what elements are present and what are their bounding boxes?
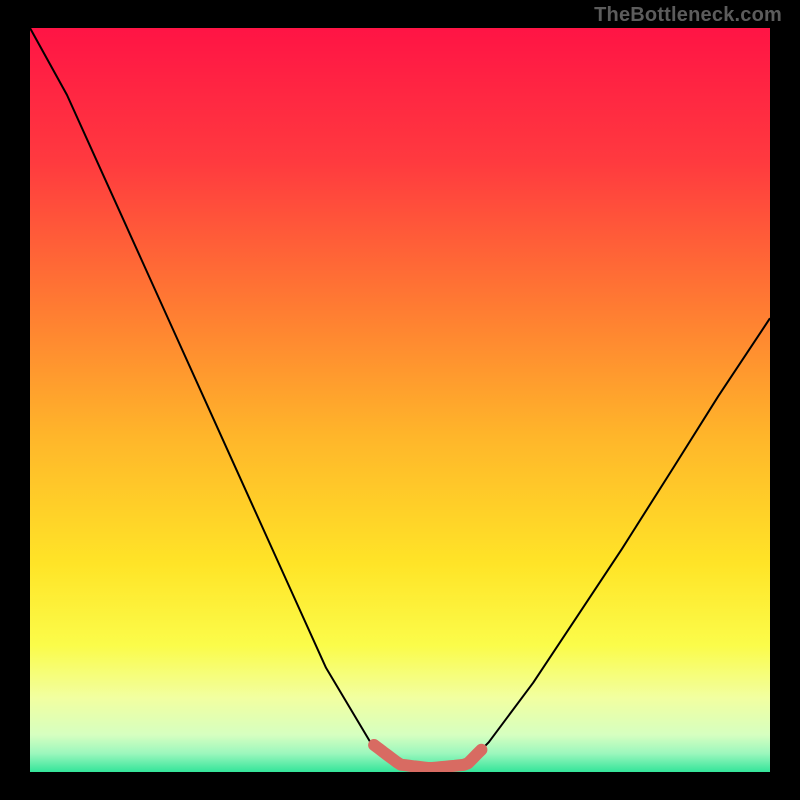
frame-mask [0, 772, 800, 800]
chart-frame: TheBottleneck.com [0, 0, 800, 800]
frame-mask [770, 0, 800, 800]
plot-background [30, 28, 770, 772]
frame-mask [0, 0, 30, 800]
watermark-text: TheBottleneck.com [594, 4, 782, 27]
bottleneck-chart [0, 0, 800, 800]
